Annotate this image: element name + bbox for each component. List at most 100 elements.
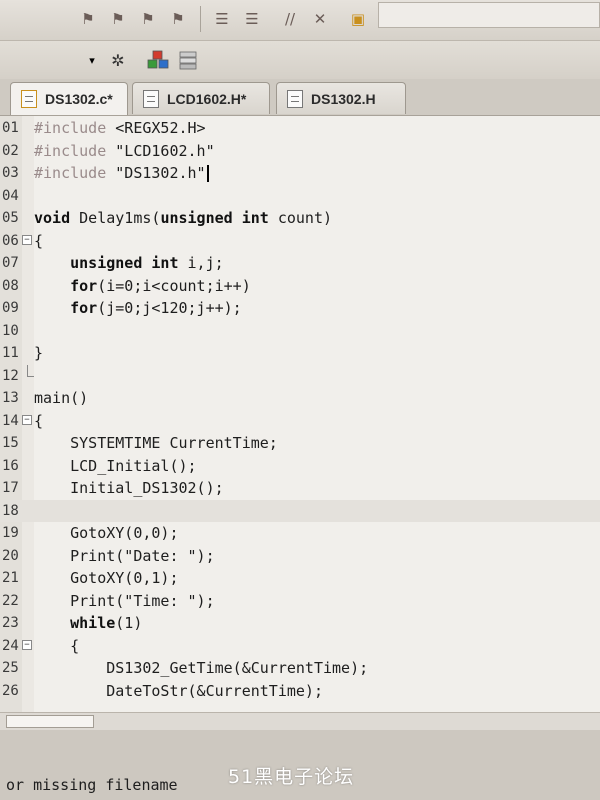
code-text: void Delay1ms(unsigned int count) [34, 209, 333, 227]
wizard-icon[interactable]: ✲ [106, 48, 130, 72]
code-line[interactable]: 01 #include <REGX52.H> [0, 117, 600, 139]
watermark-text: 51黑电子论坛 [228, 766, 355, 788]
code-line[interactable]: 05 void Delay1ms(unsigned int count) [0, 207, 600, 229]
code-editor[interactable]: 01 #include <REGX52.H> 02 #include "LCD1602… [0, 116, 600, 712]
code-text: } [34, 344, 44, 362]
code-text: GotoXY(0,1); [34, 569, 179, 587]
code-line[interactable]: 06−{ [0, 230, 600, 252]
scrollbar-thumb[interactable] [6, 715, 94, 728]
code-text: { [34, 411, 44, 430]
code-line[interactable]: 19 GotoXY(0,0); [0, 522, 600, 544]
code-line[interactable]: 02 #include "LCD1602.h" [0, 140, 600, 162]
code-text: #include "DS1302.h" [34, 162, 209, 184]
code-line[interactable]: 07 unsigned int i,j; [0, 252, 600, 274]
code-line[interactable]: 26 DateToStr(&CurrentTime); [0, 680, 600, 702]
line-number: 06 [2, 232, 19, 249]
h-file-icon [287, 89, 303, 108]
code-line[interactable]: 18 [0, 499, 600, 522]
text-cursor [206, 165, 209, 182]
line-number: 02 [2, 142, 19, 159]
line-number: 23 [2, 615, 19, 631]
indent-icon[interactable]: ☰ [210, 7, 234, 31]
tab-label: DS1302.c* [45, 91, 113, 107]
code-text: Print("Date: "); [34, 546, 215, 565]
file-tab-bar: DS1302.c* LCD1602.H* DS1302.H [0, 79, 600, 116]
line-number: 15 [2, 435, 19, 451]
code-line[interactable]: 14−{ [0, 410, 600, 432]
find-combo[interactable] [378, 2, 600, 28]
line-number: 20 [2, 547, 19, 564]
code-text: { [34, 231, 44, 250]
code-line[interactable]: 03 #include "DS1302.h" [0, 162, 600, 184]
books-icon[interactable] [176, 48, 200, 72]
editor-toolbar: ⚑ ⚑ ⚑ ⚑ ☰ ☰ // ✕ ▣ [0, 0, 600, 41]
code-line[interactable]: 13 main() [0, 387, 600, 409]
code-line[interactable]: 22 Print("Time: "); [0, 590, 600, 612]
c-file-icon [21, 90, 37, 108]
code-text: Initial_DS1302(); [34, 479, 224, 497]
fold-end-marker [27, 364, 34, 377]
line-number: 14 [2, 412, 19, 429]
bookmark-icon[interactable]: ⚑ [76, 7, 100, 31]
code-text: while(1) [70, 614, 143, 632]
manage-components-icon[interactable] [146, 48, 170, 72]
code-text: { [34, 636, 80, 655]
code-line[interactable]: 23 while(1) [0, 612, 600, 634]
line-number: 01 [2, 120, 19, 136]
line-number: 04 [2, 187, 19, 204]
code-line[interactable]: 04 [0, 185, 600, 207]
line-number: 07 [2, 255, 19, 271]
fold-toggle-icon[interactable]: − [22, 414, 32, 425]
line-number: 25 [2, 660, 19, 676]
fold-toggle-icon[interactable]: − [22, 234, 32, 245]
code-line[interactable]: 16 LCD_Initial(); [0, 455, 600, 477]
code-line[interactable]: 10 [0, 320, 600, 342]
tab-lcd1602-h[interactable]: LCD1602.H* [132, 82, 270, 114]
code-line[interactable]: 09 for(j=0;j<120;j++); [0, 297, 600, 319]
line-number: 03 [2, 165, 19, 181]
code-line[interactable]: 17 Initial_DS1302(); [0, 477, 600, 499]
line-number: 22 [2, 592, 19, 609]
bookmark-clear-icon[interactable]: ⚑ [166, 7, 190, 31]
code-line[interactable]: 25 DS1302_GetTime(&CurrentTime); [0, 657, 600, 679]
line-number: 10 [2, 322, 19, 339]
line-number: 24 [2, 637, 19, 654]
tab-ds1302-c[interactable]: DS1302.c* [10, 82, 128, 115]
tab-label: LCD1602.H* [167, 90, 247, 107]
code-line[interactable]: 21 GotoXY(0,1); [0, 567, 600, 589]
bookmark-next-icon[interactable]: ⚑ [136, 7, 160, 31]
line-number: 21 [2, 570, 19, 586]
line-number: 12 [2, 367, 19, 384]
code-text: #include <REGX52.H> [34, 119, 206, 137]
code-line[interactable]: 08 for(i=0;i<count;i++) [0, 275, 600, 297]
code-text: for(j=0;j<120;j++); [70, 299, 242, 317]
line-number: 05 [2, 210, 19, 226]
code-text: Print("Time: "); [34, 591, 215, 610]
line-number: 26 [2, 682, 19, 699]
outdent-icon[interactable]: ☰ [240, 7, 264, 31]
line-number: 16 [2, 457, 19, 474]
find-in-files-icon[interactable]: ▣ [346, 7, 370, 31]
uncomment-icon[interactable]: ✕ [308, 7, 332, 31]
code-line[interactable]: 12 [0, 364, 600, 387]
code-text: GotoXY(0,0); [34, 524, 179, 542]
line-number: 19 [2, 525, 19, 541]
bookmark-prev-icon[interactable]: ⚑ [106, 7, 130, 31]
code-line[interactable]: 11} [0, 342, 600, 364]
code-text: DateToStr(&CurrentTime); [34, 681, 323, 700]
code-line[interactable]: 15 SYSTEMTIME CurrentTime; [0, 432, 600, 454]
dropdown-arrow-icon[interactable]: ▾ [80, 48, 104, 72]
toolbar-separator [200, 6, 201, 32]
fold-toggle-icon[interactable]: − [22, 639, 32, 650]
code-line[interactable]: 24− { [0, 635, 600, 657]
code-line[interactable]: 20 Print("Date: "); [0, 545, 600, 567]
code-text: for(i=0;i<count;i++) [70, 276, 251, 295]
comment-icon[interactable]: // [278, 7, 302, 31]
code-text: unsigned int i,j; [70, 254, 224, 272]
line-number: 08 [2, 277, 19, 294]
line-number: 17 [2, 480, 19, 496]
line-number: 18 [2, 502, 19, 519]
horizontal-scrollbar[interactable] [0, 712, 600, 731]
tab-ds1302-h[interactable]: DS1302.H [276, 82, 406, 114]
line-number: 09 [2, 300, 19, 316]
